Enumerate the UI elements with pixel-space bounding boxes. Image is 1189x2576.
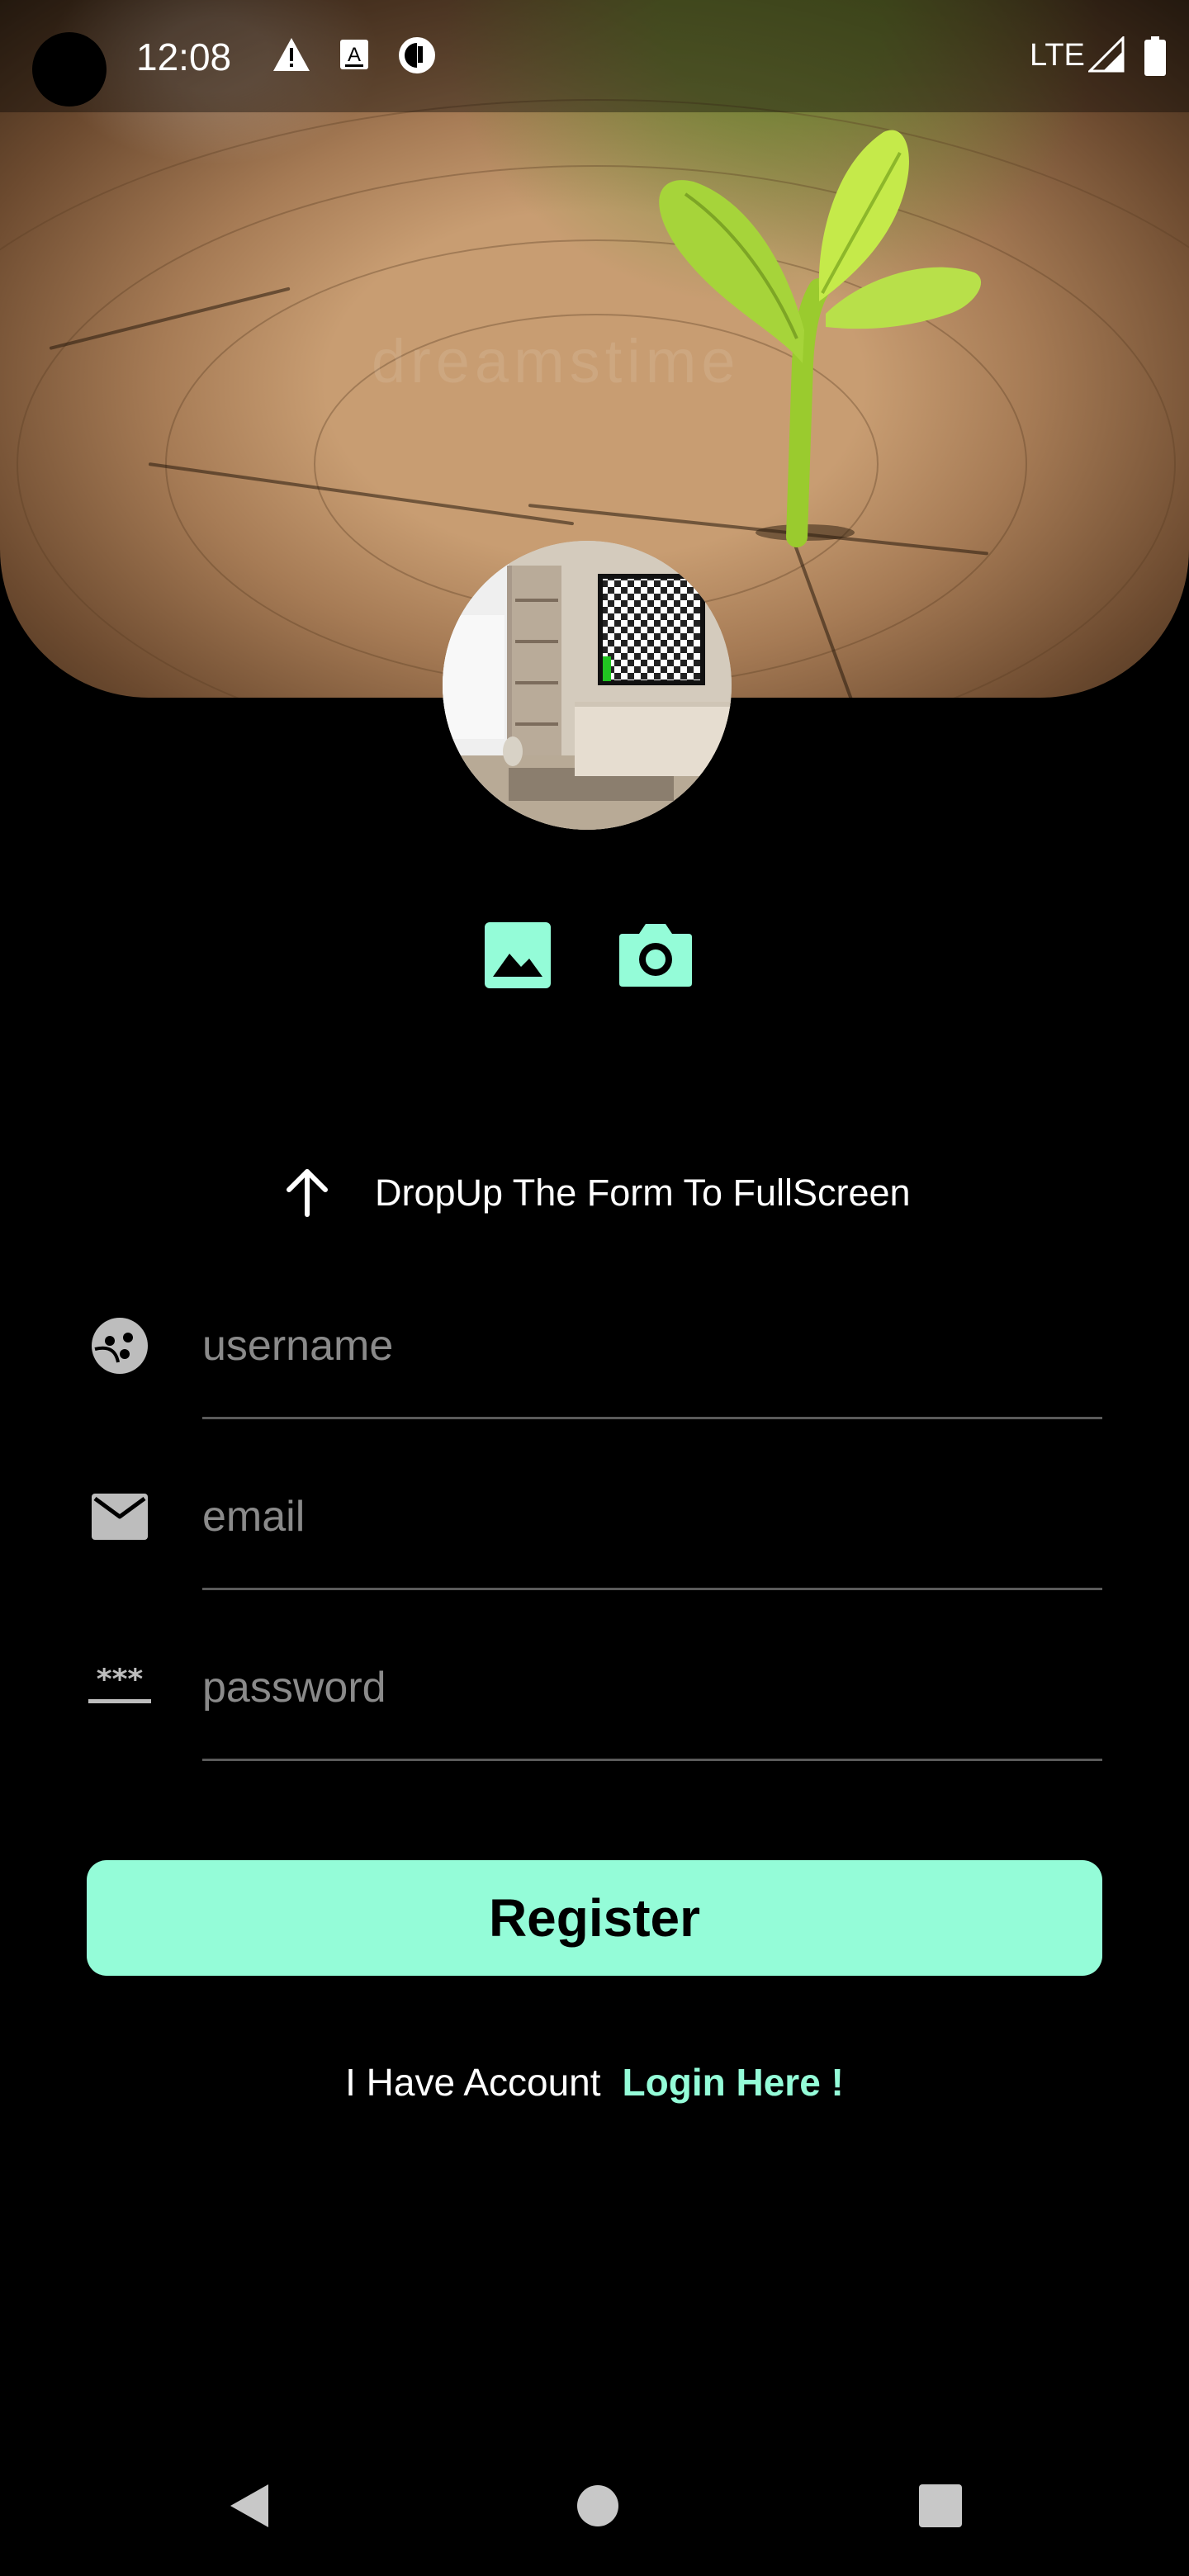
recents-icon — [919, 2484, 962, 2527]
mail-icon — [87, 1484, 153, 1550]
username-field — [87, 1288, 1102, 1420]
status-network: LTE — [1030, 38, 1085, 73]
home-icon — [577, 2485, 618, 2526]
a-box-icon: A — [340, 40, 368, 69]
dropup-label: DropUp The Form To FullScreen — [375, 1172, 911, 1214]
battery-icon — [1144, 36, 1166, 76]
nav-back-button[interactable] — [220, 2477, 277, 2535]
avatar-image — [443, 541, 732, 830]
gallery-image-icon[interactable] — [483, 921, 552, 990]
password-icon: *** — [87, 1655, 153, 1721]
password-field: *** — [87, 1630, 1102, 1762]
password-underline — [202, 1759, 1102, 1761]
email-field — [87, 1459, 1102, 1591]
email-input[interactable] — [202, 1475, 1102, 1558]
login-link[interactable]: Login Here ! — [623, 2061, 844, 2104]
username-underline — [202, 1417, 1102, 1419]
camera-cutout — [32, 32, 107, 107]
email-underline — [202, 1588, 1102, 1590]
password-input[interactable] — [202, 1646, 1102, 1729]
sprout-illustration — [659, 130, 982, 547]
login-prompt-text: I Have Account — [345, 2061, 601, 2104]
username-input[interactable] — [202, 1305, 1102, 1387]
svg-text:A: A — [348, 44, 361, 66]
circle-app-icon — [399, 37, 435, 73]
tv-screen — [598, 574, 705, 685]
register-button[interactable]: Register — [87, 1860, 1102, 1976]
nav-recents-button[interactable] — [912, 2477, 969, 2535]
warning-icon — [273, 38, 310, 71]
arrow-up-icon — [287, 1169, 328, 1217]
nav-home-button[interactable] — [569, 2477, 627, 2535]
avatar[interactable] — [443, 541, 732, 830]
status-time: 12:08 — [136, 36, 232, 78]
face-icon — [87, 1313, 153, 1379]
svg-text:***: *** — [97, 1668, 144, 1697]
signal-icon — [1088, 36, 1125, 73]
login-prompt: I Have Account Login Here ! — [0, 2060, 1189, 2105]
back-icon — [230, 2484, 268, 2527]
dropup-hint[interactable]: DropUp The Form To FullScreen — [281, 1164, 911, 1222]
camera-icon[interactable] — [618, 921, 694, 988]
status-bar: 12:08 A LTE — [0, 0, 1189, 112]
